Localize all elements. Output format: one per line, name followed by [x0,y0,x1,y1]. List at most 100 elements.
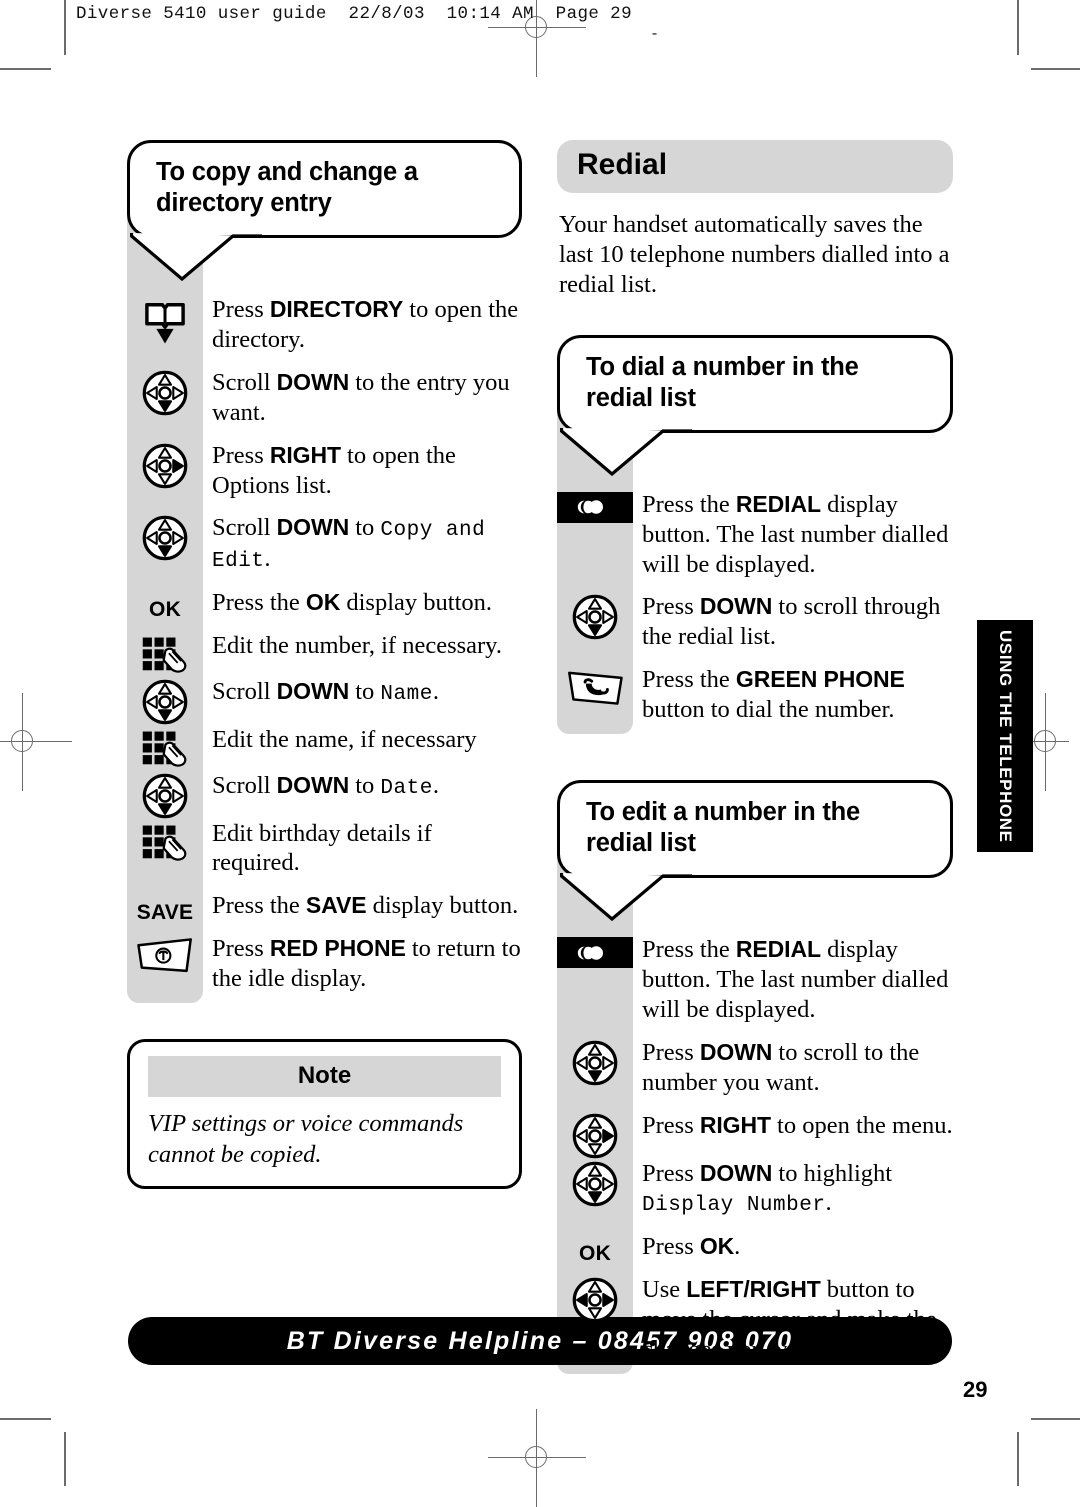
redial-intro-paragraph: Your handset automatically saves the las… [559,210,950,299]
callout-edit-title-line1: To edit a number in the [586,797,861,826]
step-row: Edit the name, if necessary [127,725,522,771]
step-text: Press DOWN to highlight Display Number. [642,1159,893,1218]
step-text: Edit the number, if necessary. [212,631,502,659]
step-row: Press DOWN to scroll to the number you w… [557,1038,953,1111]
registration-mark-bottom-center [488,1409,586,1507]
redial-display-button-icon [557,935,633,975]
section-heading-redial: Redial [557,140,953,193]
navpad-down-icon [127,368,203,416]
step-text: Press the GREEN PHONE button to dial the… [642,666,905,724]
step-text: Edit birthday details if required. [212,819,432,877]
red-phone-icon [127,934,203,976]
step-row: Edit birthday details if required. [127,819,522,892]
crop-mark-bottom-right-horizontal [1031,1418,1080,1420]
step-text: Press the SAVE display button. [212,892,519,920]
step-text: Press RIGHT to open the menu. [642,1111,953,1139]
edit-steps-list: Press the REDIAL display button. The las… [557,878,953,1377]
step-text: Scroll DOWN to Copy and Edit. [212,514,486,574]
step-text: Edit the name, if necessary [212,725,477,753]
navpad-right-icon [127,441,203,489]
crop-mark-bottom-left-horizontal [0,1418,51,1420]
step-row: Press RIGHT to open the Options list. [127,441,522,514]
page-canvas: Diverse 5410 user guide 22/8/03 10:14 AM… [0,0,1080,1507]
keypad-hand-icon [127,725,203,771]
step-text: Scroll DOWN to the entry you want. [212,368,510,426]
redial-display-button-icon [557,490,633,530]
display-button-key-label: OK [579,1242,611,1266]
callout-edit-redial-list: To edit a number in the redial list [557,779,953,922]
display-button-label: OK [557,1232,633,1272]
navpad-down-icon [557,1159,633,1207]
crop-mark-top-right-horizontal [1031,68,1080,70]
printer-slug-dash: - [650,26,660,43]
side-tab-using-the-telephone: USING THE TELEPHONE [977,620,1033,852]
redial-display-button-bar [557,491,633,523]
printer-slug-text: Diverse 5410 user guide 22/8/03 10:14 AM… [76,4,632,24]
step-text: Press the REDIAL display button. The las… [642,936,949,1023]
callout-edit-title-line2: redial list [586,829,696,858]
navpad-leftright-icon [557,1275,633,1323]
keypad-hand-icon [127,819,203,865]
step-row: Use LEFT/RIGHT button to move the cursor… [557,1275,953,1378]
navpad-down-icon [557,592,633,640]
registration-mark-left [0,693,72,791]
step-row: Press the GREEN PHONE button to dial the… [557,665,953,738]
step-row: Scroll DOWN to Date. [127,771,522,819]
navpad-down-icon [127,771,203,819]
callout-title-line2: directory entry [156,189,332,218]
step-row: SAVE Press the SAVE display button. [127,891,522,934]
callout-title-line1: To copy and change a [156,158,418,186]
step-row: Press DOWN to highlight Display Number. [557,1159,953,1232]
crop-mark-bottom-right-vertical [1017,1432,1019,1486]
note-heading: Note [148,1055,501,1097]
step-row: OK Press the OK display button. [127,588,522,631]
note-box: Note VIP settings or voice commands cann… [127,1038,522,1190]
navpad-right-icon [557,1111,633,1159]
step-text: Press the OK display button. [212,588,492,616]
step-text: Press DOWN to scroll to the number you w… [642,1038,920,1096]
green-phone-icon [557,665,633,707]
step-row: Scroll DOWN to the entry you want. [127,368,522,441]
step-row: Scroll DOWN to Copy and Edit. [127,513,522,587]
step-text: Press DIRECTORY to open the directory. [212,296,519,354]
step-text: Press DOWN to scroll through the redial … [642,593,941,651]
page-number: 29 [963,1377,988,1402]
right-column: Redial Your handset automatically saves … [557,140,953,1378]
crop-mark-top-left-horizontal [0,68,51,70]
crop-mark-bottom-left-vertical [64,1432,66,1486]
dial-steps-list: Press the REDIAL display button. The las… [557,433,953,738]
step-row: Press RIGHT to open the menu. [557,1111,953,1159]
display-button-label: SAVE [127,891,203,931]
step-row: Press the REDIAL display button. The las… [557,490,953,593]
step-text: Press the REDIAL display button. The las… [642,490,949,578]
note-body: VIP settings or voice commands cannot be… [148,1109,464,1168]
keypad-hand-icon [127,631,203,677]
step-row: Scroll DOWN to Name. [127,677,522,725]
navpad-down-icon [127,513,203,561]
step-row: Press DOWN to scroll through the redial … [557,592,953,665]
crop-mark-top-right-vertical [1017,0,1019,55]
step-row: OK Press OK. [557,1232,953,1275]
step-row: Press DIRECTORY to open the directory. [127,295,522,368]
left-steps-list: Press DIRECTORY to open the directory. S… [127,238,522,1007]
callout-copy-change-directory: To copy and change a directory entry [127,140,522,282]
callout-dial-title-line2: redial list [586,383,696,412]
display-button-key-label: SAVE [136,901,194,925]
dial-block: To dial a number in the redial list Pres… [557,334,953,738]
step-text: Scroll DOWN to Date. [212,771,439,800]
display-button-label: OK [127,588,203,628]
navpad-down-icon [557,1038,633,1086]
step-text: Press RIGHT to open the Options list. [212,441,456,499]
step-row: Edit the number, if necessary. [127,631,522,677]
step-text: Scroll DOWN to Name. [212,677,439,706]
crop-mark-top-left-vertical [64,0,66,55]
directory-book-icon [127,295,203,347]
step-text: Use LEFT/RIGHT button to move the cursor… [642,1275,937,1363]
step-text: Press RED PHONE to return to the idle di… [212,935,521,993]
redial-display-button-bar [557,937,633,969]
edit-block: To edit a number in the redial list Pres… [557,779,953,1378]
side-tab-label: USING THE TELEPHONE [996,629,1015,843]
display-button-key-label: OK [149,597,181,621]
step-row: Press RED PHONE to return to the idle di… [127,934,522,1007]
left-column: To copy and change a directory entry Pre… [127,140,522,1190]
